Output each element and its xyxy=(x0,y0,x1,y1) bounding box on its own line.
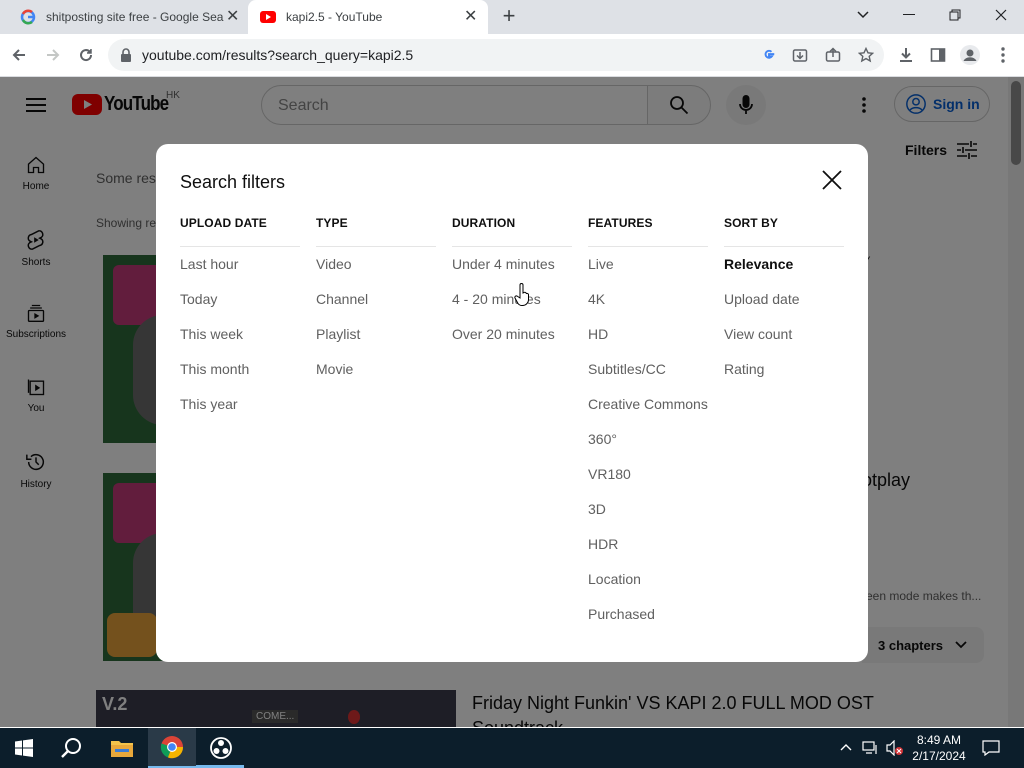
bookmark-star-icon[interactable] xyxy=(858,47,874,63)
address-bar[interactable]: youtube.com/results?search_query=kapi2.5 xyxy=(108,39,884,71)
filter-option-selected[interactable]: Relevance xyxy=(724,247,844,282)
filter-option[interactable]: 4 - 20 minutes xyxy=(452,282,572,317)
search-icon xyxy=(61,738,81,758)
filter-option[interactable]: Playlist xyxy=(316,317,436,352)
filter-option[interactable]: HD xyxy=(588,317,708,352)
install-app-icon[interactable] xyxy=(792,47,808,63)
hand-cursor-icon xyxy=(514,283,529,306)
filter-option[interactable]: Creative Commons xyxy=(588,387,708,422)
filter-group-features: FEATURES Live 4K HD Subtitles/CC Creativ… xyxy=(588,216,708,632)
close-tab-icon[interactable]: ✕ xyxy=(464,9,477,25)
youtube-page: YouTube HK Search Sign in Home Shorts Su… xyxy=(0,77,1024,727)
profile-avatar-icon[interactable] xyxy=(957,42,983,68)
filter-group-duration: DURATION Under 4 minutes 4 - 20 minutes … xyxy=(452,216,572,352)
filter-option[interactable]: This week xyxy=(180,317,300,352)
filter-option[interactable]: 360° xyxy=(588,422,708,457)
filter-option[interactable]: Purchased xyxy=(588,597,708,632)
filter-option[interactable]: VR180 xyxy=(588,457,708,492)
filter-option[interactable]: Today xyxy=(180,282,300,317)
obs-taskbar-button[interactable] xyxy=(197,728,245,768)
filter-group-type: TYPE Video Channel Playlist Movie xyxy=(316,216,436,387)
filter-option[interactable]: 4K xyxy=(588,282,708,317)
tab-google-search[interactable]: shitposting site free - Google Sea ✕ xyxy=(8,0,248,34)
browser-toolbar: youtube.com/results?search_query=kapi2.5 xyxy=(0,34,1024,77)
file-explorer-button[interactable] xyxy=(98,728,146,768)
filter-option[interactable]: Subtitles/CC xyxy=(588,352,708,387)
youtube-icon xyxy=(260,11,276,23)
system-clock[interactable]: 8:49 AM 2/17/2024 xyxy=(908,732,970,764)
windows-logo-icon xyxy=(15,739,33,757)
volume-muted-icon[interactable] xyxy=(886,740,904,756)
filter-option[interactable]: Video xyxy=(316,247,436,282)
tab-youtube[interactable]: kapi2.5 - YouTube ✕ xyxy=(248,0,488,34)
tab-search-icon[interactable] xyxy=(840,0,886,30)
filter-option[interactable]: Upload date xyxy=(724,282,844,317)
lock-icon[interactable] xyxy=(120,48,132,62)
google-icon xyxy=(20,9,36,25)
obs-icon xyxy=(210,737,232,759)
filter-option[interactable]: Location xyxy=(588,562,708,597)
filter-option[interactable]: Rating xyxy=(724,352,844,387)
chrome-taskbar-button[interactable] xyxy=(148,728,196,768)
clock-time: 8:49 AM xyxy=(916,733,962,747)
clock-date: 2/17/2024 xyxy=(912,749,966,763)
reload-icon[interactable] xyxy=(73,42,99,68)
windows-taskbar: 8:49 AM 2/17/2024 xyxy=(0,728,1024,768)
new-tab-button[interactable]: + xyxy=(498,5,520,28)
filter-group-heading: SORT BY xyxy=(724,216,844,247)
google-lens-icon[interactable] xyxy=(762,48,776,62)
network-icon[interactable] xyxy=(862,741,880,755)
back-icon[interactable] xyxy=(6,42,32,68)
filter-group-heading: UPLOAD DATE xyxy=(180,216,300,247)
filter-option[interactable]: This month xyxy=(180,352,300,387)
filter-option[interactable]: This year xyxy=(180,387,300,422)
close-icon[interactable] xyxy=(820,168,844,192)
filter-option[interactable]: Under 4 minutes xyxy=(452,247,572,282)
notifications-icon[interactable] xyxy=(982,740,1000,756)
filter-group-heading: TYPE xyxy=(316,216,436,247)
chrome-menu-icon[interactable] xyxy=(990,42,1016,68)
dialog-title: Search filters xyxy=(180,172,286,192)
filter-option[interactable]: Last hour xyxy=(180,247,300,282)
filter-group-heading: DURATION xyxy=(452,216,572,247)
restore-button[interactable] xyxy=(932,0,978,30)
filter-group-heading: FEATURES xyxy=(588,216,708,247)
search-button[interactable] xyxy=(48,728,96,768)
filter-group-sort-by: SORT BY Relevance Upload date View count… xyxy=(724,216,844,387)
filter-option[interactable]: Channel xyxy=(316,282,436,317)
filter-group-upload-date: UPLOAD DATE Last hour Today This week Th… xyxy=(180,216,300,422)
url-text[interactable]: youtube.com/results?search_query=kapi2.5 xyxy=(142,47,413,63)
filter-option[interactable]: HDR xyxy=(588,527,708,562)
downloads-icon[interactable] xyxy=(893,42,919,68)
tab-title: shitposting site free - Google Sea xyxy=(46,10,224,24)
filter-option[interactable]: Live xyxy=(588,247,708,282)
share-icon[interactable] xyxy=(825,47,841,63)
filter-option[interactable]: View count xyxy=(724,317,844,352)
filter-option[interactable]: Over 20 minutes xyxy=(452,317,572,352)
folder-icon xyxy=(111,741,133,757)
close-window-button[interactable] xyxy=(978,0,1024,30)
tab-strip: shitposting site free - Google Sea ✕ kap… xyxy=(0,0,1024,34)
search-filters-dialog: Search filters UPLOAD DATE Last hour Tod… xyxy=(156,144,868,662)
chrome-icon xyxy=(160,736,184,759)
side-panel-icon[interactable] xyxy=(925,42,951,68)
close-tab-icon[interactable]: ✕ xyxy=(226,9,239,25)
filter-option[interactable]: Movie xyxy=(316,352,436,387)
start-button[interactable] xyxy=(0,728,48,768)
filter-option[interactable]: 3D xyxy=(588,492,708,527)
tab-title: kapi2.5 - YouTube xyxy=(286,10,383,24)
chevron-up-icon[interactable] xyxy=(840,743,852,751)
forward-icon[interactable] xyxy=(40,42,66,68)
minimize-button[interactable] xyxy=(886,0,932,30)
